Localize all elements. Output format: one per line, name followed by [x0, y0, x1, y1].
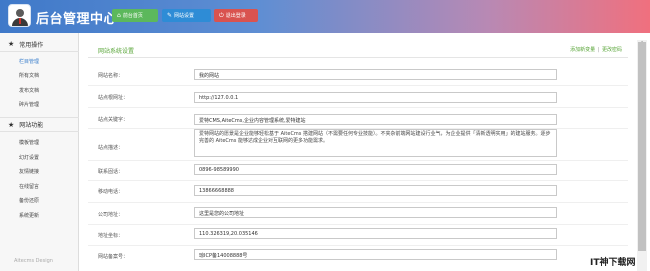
- sidebar-item-update[interactable]: 系统更新: [19, 212, 39, 219]
- wrench-icon: ✎: [167, 11, 173, 19]
- site-description-label: 站点描述：: [98, 145, 124, 151]
- admin-avatar-logo: [8, 4, 31, 27]
- coordinates-field[interactable]: 110.326319,20.035146: [194, 228, 557, 239]
- change-password-link[interactable]: 更改密码: [602, 47, 622, 53]
- sidebar-item-messages[interactable]: 在线留言: [19, 183, 39, 190]
- row-divider: [88, 202, 628, 203]
- frontend-home-label: 前台首页: [122, 13, 143, 19]
- row-divider: [88, 180, 628, 181]
- site-settings-button[interactable]: ✎ 网站设置: [162, 9, 211, 22]
- sidebar-item-all-docs[interactable]: 所有文档: [19, 72, 39, 79]
- icp-field[interactable]: 琼ICP备14008888号: [194, 249, 557, 260]
- sidebar-item-backup[interactable]: 备份还原: [19, 197, 39, 204]
- sidebar-item-fragments[interactable]: 碎片管理: [19, 101, 39, 108]
- sidebar-item-publish-doc[interactable]: 发布文档: [19, 87, 39, 94]
- page-title: 网站系统设置: [98, 48, 135, 55]
- logout-label: 退出登录: [225, 13, 246, 19]
- site-url-field[interactable]: http://127.0.0.1: [194, 92, 557, 103]
- panel-links: 添加新变量 | 更改密码: [570, 46, 622, 53]
- app-title: 后台管理中心: [36, 12, 118, 27]
- title-divider: [88, 57, 628, 58]
- link-separator: |: [597, 47, 600, 53]
- star-icon: ★: [8, 120, 15, 129]
- mobile-field[interactable]: 13866668888: [194, 185, 557, 196]
- sidebar-item-columns[interactable]: 栏目管理: [19, 58, 39, 65]
- sidebar-footer: Aitecms Design: [14, 258, 53, 264]
- sidebar-group-site-functions[interactable]: ★ 网站功能: [0, 117, 79, 132]
- logout-button[interactable]: ⏻ 退出登录: [214, 9, 258, 22]
- top-header: 后台管理中心 ⌂ 前台首页 ✎ 网站设置 ⏻ 退出登录: [0, 0, 650, 33]
- power-icon: ⏻: [219, 11, 224, 19]
- site-name-label: 网站名称：: [98, 73, 124, 79]
- star-icon: ★: [8, 40, 15, 48]
- phone-field[interactable]: 0896-98589990: [194, 164, 557, 175]
- sidebar-item-templates[interactable]: 模板管理: [19, 139, 39, 146]
- sidebar: ★ 常用操作 栏目管理 所有文档 发布文档 碎片管理 ★ 网站功能 模板管理 幻…: [0, 33, 79, 271]
- sidebar-item-links[interactable]: 友情链接: [19, 168, 39, 175]
- sidebar-item-slides[interactable]: 幻灯设置: [19, 154, 39, 161]
- row-divider: [88, 85, 628, 86]
- frontend-home-button[interactable]: ⌂ 前台首页: [112, 9, 158, 22]
- row-divider: [88, 160, 628, 161]
- site-keywords-field[interactable]: 爱特CMS,AiteCms,企业内容管理系统,爱特建站: [194, 114, 557, 125]
- site-keywords-label: 站点关键字：: [98, 117, 129, 123]
- site-description-textarea[interactable]: 爱特网站的愿景是企业能够轻松基于 AiteCms 搭建网站（不需要任何专业技能）…: [194, 129, 557, 157]
- sidebar-group-label: 网站功能: [19, 122, 44, 129]
- coordinates-label: 地址坐标：: [98, 233, 124, 239]
- sidebar-group-common[interactable]: ★ 常用操作: [0, 37, 79, 52]
- icp-label: 网站备案号：: [98, 254, 129, 260]
- sidebar-group-label: 常用操作: [19, 41, 44, 49]
- settings-panel: 网站系统设置 添加新变量 | 更改密码 网站名称： 我的网站 站点根网址： ht…: [88, 40, 628, 271]
- site-settings-label: 网站设置: [174, 13, 195, 19]
- home-icon: ⌂: [117, 11, 121, 19]
- site-name-field[interactable]: 我的网站: [194, 69, 557, 80]
- row-divider: [88, 107, 628, 108]
- add-variable-link[interactable]: 添加新变量: [570, 47, 595, 53]
- mobile-label: 移动电话：: [98, 189, 124, 195]
- row-divider: [88, 224, 628, 225]
- watermark: IT神下载网: [590, 258, 636, 268]
- site-url-label: 站点根网址：: [98, 95, 129, 101]
- row-divider: [88, 245, 628, 246]
- scrollbar-thumb[interactable]: [638, 42, 646, 251]
- address-label: 公司地址：: [98, 212, 124, 218]
- address-field[interactable]: 这里是您的公司地址: [194, 207, 557, 218]
- phone-label: 联系固话：: [98, 169, 124, 175]
